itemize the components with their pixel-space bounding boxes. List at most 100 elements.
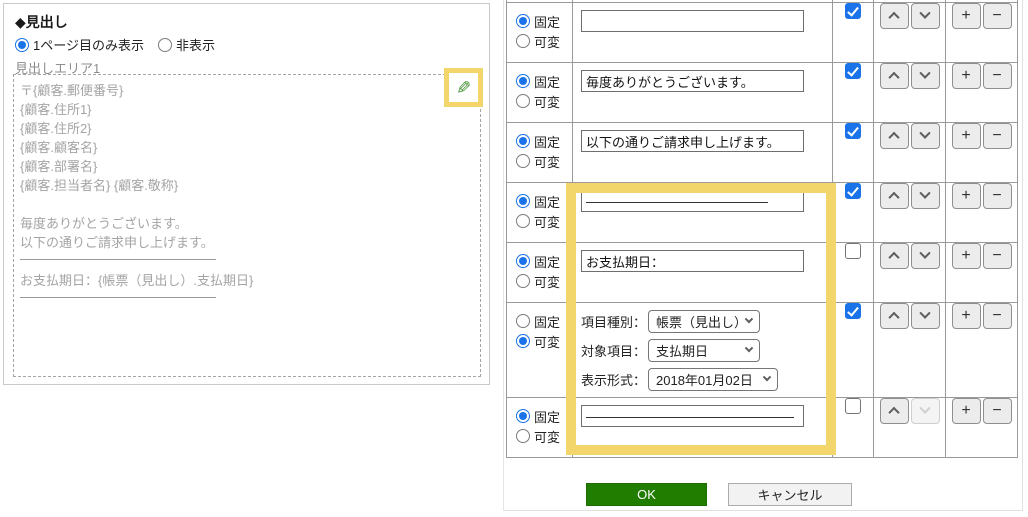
row-text-input[interactable] [581, 250, 804, 272]
variable-mode-radio[interactable]: 可変 [516, 91, 572, 111]
add-row-button[interactable]: + [951, 183, 981, 209]
radio-label: 非表示 [175, 38, 215, 53]
add-row-button[interactable]: + [951, 398, 981, 424]
row-visible-checkbox[interactable] [845, 398, 861, 414]
fixed-mode-radio[interactable]: 固定 [516, 131, 572, 151]
variable-label: 可変 [534, 94, 561, 110]
row-visible-checkbox[interactable] [845, 243, 861, 259]
remove-row-button[interactable]: − [982, 303, 1012, 329]
row-text-input[interactable] [581, 190, 804, 212]
row-visible-checkbox[interactable] [845, 303, 861, 319]
cancel-button[interactable]: キャンセル [728, 483, 852, 506]
move-down-button[interactable] [910, 398, 940, 424]
target-field-select[interactable]: 支払期日 [648, 339, 761, 362]
move-up-button[interactable] [879, 398, 909, 424]
variable-mode-radio[interactable]: 可変 [516, 426, 572, 446]
add-row-button[interactable]: + [951, 303, 981, 329]
radio-icon [516, 314, 530, 328]
move-up-button[interactable] [879, 243, 909, 269]
radio-icon [516, 429, 530, 443]
row-text-input[interactable] [581, 130, 804, 152]
display-format-select[interactable]: 2018年01月02日 [648, 368, 779, 391]
select-line: 項目種別： 帳票（見出し） [581, 310, 832, 333]
variable-mode-radio[interactable]: 可変 [516, 31, 572, 51]
row-text-input[interactable] [581, 10, 804, 32]
move-down-button[interactable] [910, 123, 940, 149]
chevron-up-icon [888, 311, 900, 324]
heading-settings-panel: ◆見出し 1ページ目のみ表示 非表示 見出しエリア1 〒{顧客.郵便番号} {顧客… [3, 3, 490, 385]
fixed-label: 固定 [534, 74, 561, 90]
move-up-button[interactable] [879, 3, 909, 29]
radio-icon [516, 14, 530, 28]
remove-row-button[interactable]: − [982, 3, 1012, 29]
move-down-button[interactable] [910, 243, 940, 269]
row-visible-checkbox[interactable] [845, 3, 861, 19]
fixed-mode-radio[interactable]: 固定 [516, 191, 572, 211]
move-up-button[interactable] [879, 123, 909, 149]
ok-button[interactable]: OK [586, 483, 707, 506]
fixed-mode-radio[interactable]: 固定 [516, 11, 572, 31]
table-row: 固定 可変 +− [506, 242, 1018, 303]
row-text-input[interactable] [581, 405, 804, 427]
display-mode-radio-group: 1ページ目のみ表示 非表示 [15, 35, 215, 54]
row-visible-checkbox[interactable] [845, 63, 861, 79]
radio-show-first-page-only[interactable]: 1ページ目のみ表示 [15, 35, 144, 54]
radio-icon [516, 274, 530, 288]
chevron-up-icon [888, 71, 900, 84]
fixed-mode-radio[interactable]: 固定 [516, 311, 572, 331]
variable-mode-radio[interactable]: 可変 [516, 271, 572, 291]
preview-separator-line [20, 297, 216, 298]
heading-lines-editor: 固定 可変 + − 固定 可変 毎度ありがとうございます。 + − 固定 可変 … [503, 0, 1023, 511]
remove-row-button[interactable]: − [982, 183, 1012, 209]
radio-icon [516, 194, 530, 208]
preview-line: {顧客.顧客名} [20, 140, 98, 155]
table-row: 固定 可変 +− [506, 397, 1018, 458]
chevron-up-icon [888, 191, 900, 204]
heading-lines-table: 固定 可変 + − 固定 可変 毎度ありがとうございます。 + − 固定 可変 … [506, 0, 1018, 458]
fixed-mode-radio[interactable]: 固定 [516, 71, 572, 91]
variable-mode-radio[interactable]: 可変 [516, 331, 572, 351]
add-row-button[interactable]: + [951, 63, 981, 89]
edit-heading-button[interactable]: ✎ [444, 68, 483, 107]
add-row-button[interactable]: + [951, 243, 981, 269]
radio-icon [516, 214, 530, 228]
chevron-down-icon [919, 127, 931, 139]
add-row-button[interactable]: + [951, 123, 981, 149]
row-text-input[interactable] [581, 70, 804, 92]
row-visible-checkbox[interactable] [845, 123, 861, 139]
fixed-mode-radio[interactable]: 固定 [516, 251, 572, 271]
table-row: 固定 可変 +− [506, 2, 1018, 63]
chevron-down-icon [919, 247, 931, 259]
variable-mode-radio[interactable]: 可変 [516, 211, 572, 231]
fixed-mode-radio[interactable]: 固定 [516, 406, 572, 426]
preview-line: 〒{顧客.郵便番号} [20, 83, 124, 98]
radio-icon [516, 254, 530, 268]
item-type-select[interactable]: 帳票（見出し） [648, 310, 761, 333]
radio-icon [516, 74, 530, 88]
chevron-down-icon [919, 402, 931, 414]
table-row: 固定 可変 項目種別： 帳票（見出し） 対象項目： 支払期日 表示形式： 2018年01月… [506, 302, 1018, 398]
panel-title: ◆見出し [15, 14, 68, 30]
move-up-button[interactable] [879, 183, 909, 209]
add-row-button[interactable]: + [951, 3, 981, 29]
variable-mode-radio[interactable]: 可変 [516, 151, 572, 171]
variable-label: 可変 [534, 334, 561, 350]
move-down-button[interactable] [910, 3, 940, 29]
move-up-button[interactable] [879, 303, 909, 329]
remove-row-button[interactable]: − [982, 243, 1012, 269]
move-down-button[interactable] [910, 183, 940, 209]
move-up-button[interactable] [879, 63, 909, 89]
remove-row-button[interactable]: − [982, 123, 1012, 149]
remove-row-button[interactable]: − [982, 63, 1012, 89]
table-row: 固定 可変 +− [506, 122, 1018, 183]
move-down-button[interactable] [910, 303, 940, 329]
chevron-down-icon [919, 67, 931, 79]
fixed-label: 固定 [534, 194, 561, 210]
radio-hide[interactable]: 非表示 [157, 35, 215, 54]
chevron-up-icon [888, 406, 900, 419]
remove-row-button[interactable]: − [982, 398, 1012, 424]
row-visible-checkbox[interactable] [845, 183, 861, 199]
move-down-button[interactable] [910, 63, 940, 89]
radio-icon [516, 34, 530, 48]
table-row: 固定 可変 +− [506, 182, 1018, 243]
